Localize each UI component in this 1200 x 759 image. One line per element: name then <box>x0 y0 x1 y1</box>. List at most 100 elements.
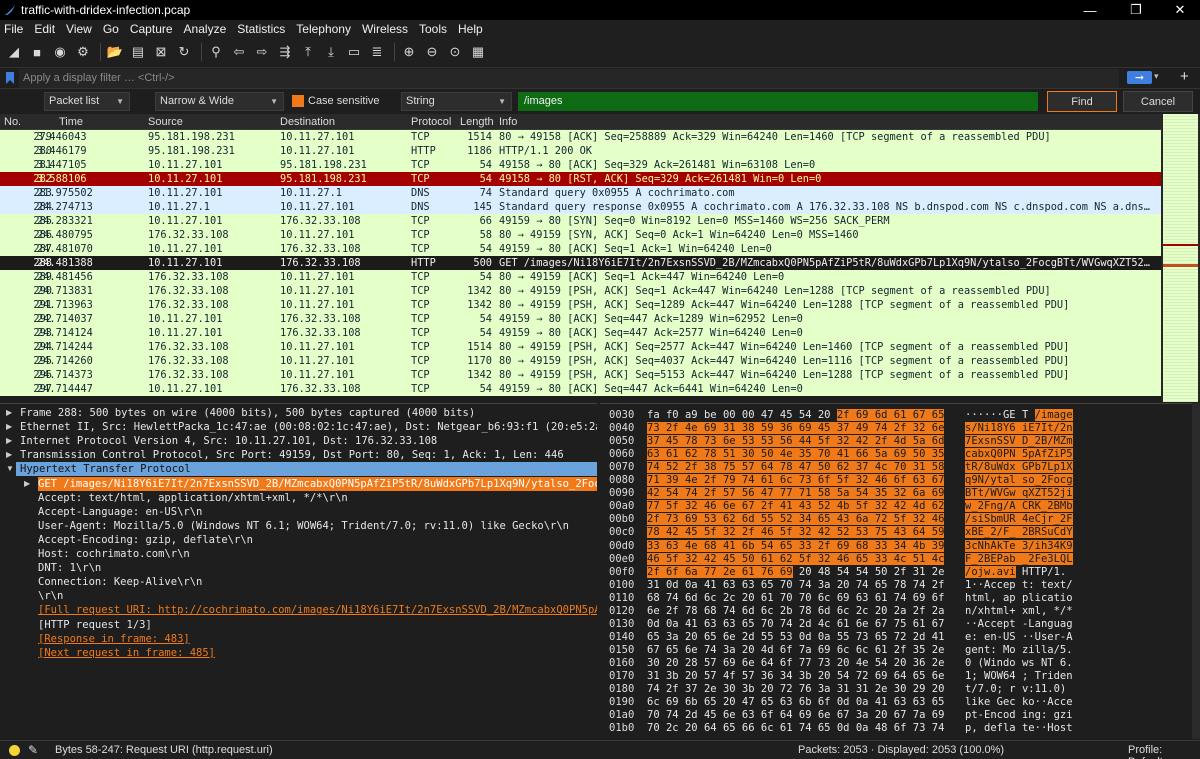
detail-tree-item[interactable]: Transmission Control Protocol, Src Port:… <box>20 448 564 462</box>
hex-row[interactable]: 00c0 78 42 45 5f 32 2f 46 5f 32 42 52 53 … <box>600 525 1200 539</box>
hex-row[interactable]: 0100 31 0d 0a 41 63 63 65 70 74 3a 20 74 … <box>600 578 1200 592</box>
collapsed-triangle-icon[interactable]: ▶ <box>6 436 12 445</box>
detail-tree-item[interactable]: Accept: text/html, application/xhtml+xml… <box>38 491 348 505</box>
menu-go[interactable]: Go <box>103 22 119 36</box>
open-file-icon[interactable]: 📂 <box>105 42 125 62</box>
hex-row[interactable]: 00f0 2f 6f 6a 77 2e 61 76 69 20 48 54 54 … <box>600 565 1200 579</box>
detail-tree-item[interactable]: [HTTP request 1/3] <box>38 618 152 632</box>
hex-row[interactable]: 0110 68 74 6d 6c 2c 20 61 70 70 6c 69 63 … <box>600 591 1200 605</box>
detail-tree-item[interactable]: User-Agent: Mozilla/5.0 (Windows NT 6.1;… <box>38 519 569 533</box>
expert-info-led-icon[interactable] <box>9 745 20 756</box>
hex-row[interactable]: 0160 30 20 28 57 69 6e 64 6f 77 73 20 4e … <box>600 656 1200 670</box>
packet-row[interactable]: 281 3.447105 10.11.27.101 95.181.198.231 TCP… <box>0 158 1161 172</box>
packet-row[interactable]: 283 21.975502 10.11.27.101 10.11.27.1 DNS 74 S… <box>0 186 1161 200</box>
packet-row[interactable]: 295 24.714260 176.32.33.108 10.11.27.101 TCP… <box>0 354 1161 368</box>
detail-tree-item[interactable]: [Next request in frame: 485] <box>38 646 215 660</box>
reload-icon[interactable]: ↻ <box>174 42 194 62</box>
detail-tree-item[interactable]: Hypertext Transfer Protocol <box>16 462 597 477</box>
column-header-source[interactable]: Source <box>148 116 183 128</box>
hex-row[interactable]: 0040 73 2f 4e 69 31 38 59 36 69 45 37 49 … <box>600 421 1200 435</box>
column-header-time[interactable]: Time <box>59 116 83 128</box>
packet-row[interactable]: 286 24.480795 176.32.33.108 10.11.27.101 TCP… <box>0 228 1161 242</box>
hex-row[interactable]: 0090 42 54 74 2f 57 56 47 77 71 58 5a 54 … <box>600 486 1200 500</box>
apply-filter-arrow-icon[interactable]: ➞ <box>1127 71 1152 84</box>
packet-row[interactable]: 292 24.714037 10.11.27.101 176.32.33.108 TCP… <box>0 312 1161 326</box>
packet-row[interactable]: 293 24.714124 10.11.27.101 176.32.33.108 TCP… <box>0 326 1161 340</box>
detail-tree-item[interactable]: Host: cochrimato.com\r\n <box>38 547 190 561</box>
colorize-icon[interactable]: ≣ <box>367 42 387 62</box>
close-window-button[interactable]: ✕ <box>1158 0 1200 20</box>
menu-file[interactable]: File <box>4 22 23 36</box>
go-first-icon[interactable]: ⤒ <box>298 42 318 62</box>
save-file-icon[interactable]: ▤ <box>128 42 148 62</box>
expanded-triangle-icon[interactable]: ▼ <box>6 464 14 473</box>
packet-row[interactable]: 297 24.714447 10.11.27.101 176.32.33.108 TCP… <box>0 382 1161 396</box>
packet-list-minimap-scrollbar[interactable] <box>1161 114 1200 402</box>
detail-tree-item[interactable]: [Full request URI: http://cochrimato.com… <box>38 603 597 617</box>
detail-tree-item[interactable]: Ethernet II, Src: HewlettPacka_1c:47:ae … <box>20 420 597 434</box>
search-scope-select[interactable]: Packet list ▼ <box>44 92 130 111</box>
packet-row[interactable]: 291 24.713963 176.32.33.108 10.11.27.101 TCP… <box>0 298 1161 312</box>
maximize-button[interactable]: ❐ <box>1114 0 1158 20</box>
go-forward-icon[interactable]: ⇨ <box>252 42 272 62</box>
go-to-packet-icon[interactable]: ⇶ <box>275 42 295 62</box>
hex-row[interactable]: 0050 37 45 78 73 6e 53 53 56 44 5f 32 42 … <box>600 434 1200 448</box>
hex-row[interactable]: 00b0 2f 73 69 53 62 6d 55 52 34 65 43 6a … <box>600 512 1200 526</box>
find-packet-icon[interactable]: ⚲ <box>206 42 226 62</box>
collapsed-triangle-icon[interactable]: ▶ <box>24 479 30 488</box>
filter-history-chevron-icon[interactable]: ▾ <box>1154 71 1159 82</box>
restart-capture-icon[interactable]: ◉ <box>50 42 70 62</box>
minimize-button[interactable]: — <box>1068 0 1112 20</box>
hex-row[interactable]: 0170 31 3b 20 57 4f 57 36 34 3b 20 54 72 … <box>600 669 1200 683</box>
hex-row[interactable]: 0180 74 2f 37 2e 30 3b 20 72 76 3a 31 31 … <box>600 682 1200 696</box>
detail-tree-item[interactable]: Connection: Keep-Alive\r\n <box>38 575 202 589</box>
cancel-button[interactable]: Cancel <box>1123 91 1193 112</box>
stop-capture-icon[interactable]: ■ <box>27 42 47 62</box>
packet-row[interactable]: 285 24.283321 10.11.27.101 176.32.33.108 TCP… <box>0 214 1161 228</box>
menu-capture[interactable]: Capture <box>130 22 173 36</box>
search-string-input[interactable]: /images <box>518 92 1038 111</box>
packet-row[interactable]: 280 3.446179 95.181.198.231 10.11.27.101 HTT… <box>0 144 1161 158</box>
packet-row[interactable]: 288 24.481388 10.11.27.101 176.32.33.108 HTT… <box>0 256 1161 270</box>
hex-row[interactable]: 0070 74 52 2f 38 75 57 64 78 47 50 62 37 … <box>600 460 1200 474</box>
packet-row[interactable]: 294 24.714244 176.32.33.108 10.11.27.101 TCP… <box>0 340 1161 354</box>
menu-view[interactable]: View <box>66 22 92 36</box>
menu-statistics[interactable]: Statistics <box>237 22 285 36</box>
hex-row[interactable]: 0030 fa f0 a9 be 00 00 47 45 54 20 2f 69 … <box>600 408 1200 422</box>
packet-row[interactable]: 279 3.446043 95.181.198.231 10.11.27.101 TCP… <box>0 130 1161 144</box>
menu-help[interactable]: Help <box>458 22 483 36</box>
hex-row[interactable]: 0140 65 3a 20 65 6e 2d 55 53 0d 0a 55 73 … <box>600 630 1200 644</box>
detail-tree-item[interactable]: DNT: 1\r\n <box>38 561 101 575</box>
collapsed-triangle-icon[interactable]: ▶ <box>6 408 12 417</box>
close-file-icon[interactable]: ⊠ <box>151 42 171 62</box>
status-profile[interactable]: Profile: Default <box>1128 744 1200 759</box>
hex-row[interactable]: 0120 6e 2f 78 68 74 6d 6c 2b 78 6d 6c 2c … <box>600 604 1200 618</box>
column-header-length[interactable]: Length <box>460 116 494 128</box>
hex-row[interactable]: 0190 6c 69 6b 65 20 47 65 63 6b 6f 0d 0a … <box>600 695 1200 709</box>
detail-tree-item[interactable]: \r\n <box>38 589 63 603</box>
packet-row[interactable]: 289 24.481456 176.32.33.108 10.11.27.101 TCP… <box>0 270 1161 284</box>
hex-row[interactable]: 0150 67 65 6e 74 3a 20 4d 6f 7a 69 6c 6c … <box>600 643 1200 657</box>
packet-row[interactable]: 284 24.274713 10.11.27.1 10.11.27.101 DNS 145… <box>0 200 1161 214</box>
packet-row[interactable]: 296 24.714373 176.32.33.108 10.11.27.101 TCP… <box>0 368 1161 382</box>
collapsed-triangle-icon[interactable]: ▶ <box>6 422 12 431</box>
hex-row[interactable]: 01a0 70 74 2d 45 6e 63 6f 64 69 6e 67 3a … <box>600 708 1200 722</box>
detail-tree-item[interactable]: [Response in frame: 483] <box>38 632 190 646</box>
column-header-no[interactable]: No. <box>4 116 21 128</box>
add-filter-button-plus-icon[interactable]: + <box>1180 68 1189 85</box>
zoom-reset-icon[interactable]: ⊙ <box>445 42 465 62</box>
column-header-info[interactable]: Info <box>499 116 517 128</box>
display-filter-input[interactable]: Apply a display filter … <Ctrl-/> <box>19 69 1119 88</box>
hex-row[interactable]: 00a0 77 5f 32 46 6e 67 2f 41 43 52 4b 5f … <box>600 499 1200 513</box>
menu-wireless[interactable]: Wireless <box>362 22 408 36</box>
bytes-pane-scrollbar[interactable] <box>1192 403 1200 739</box>
packet-row[interactable]: 290 24.713831 176.32.33.108 10.11.27.101 TCP… <box>0 284 1161 298</box>
detail-tree-item[interactable]: Accept-Encoding: gzip, deflate\r\n <box>38 533 253 547</box>
zoom-out-icon[interactable]: ⊖ <box>422 42 442 62</box>
zoom-in-icon[interactable]: ⊕ <box>399 42 419 62</box>
char-width-select[interactable]: Narrow & Wide ▼ <box>155 92 284 111</box>
capture-options-icon[interactable]: ⚙ <box>73 42 93 62</box>
column-header-destination[interactable]: Destination <box>280 116 335 128</box>
hex-row[interactable]: 0060 63 61 62 78 51 30 50 4e 35 70 41 66 … <box>600 447 1200 461</box>
packet-row[interactable]: 287 24.481070 10.11.27.101 176.32.33.108 TCP… <box>0 242 1161 256</box>
